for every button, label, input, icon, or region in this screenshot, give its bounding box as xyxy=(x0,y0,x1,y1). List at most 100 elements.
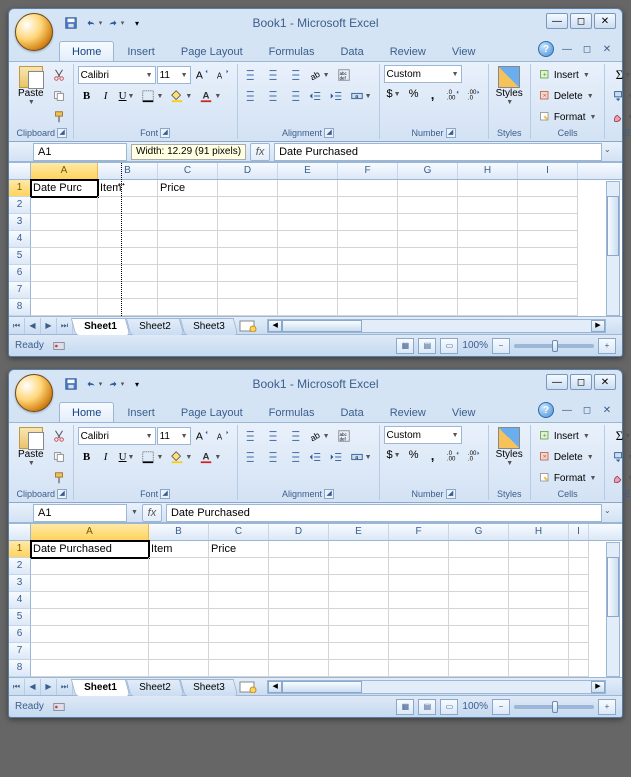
comma-button[interactable]: , xyxy=(424,445,442,465)
cell-E7[interactable] xyxy=(278,282,338,299)
row-header-6[interactable]: 6 xyxy=(9,265,31,282)
qat-save-button[interactable] xyxy=(61,375,81,393)
copy-button[interactable] xyxy=(49,86,69,106)
font-launcher[interactable]: ◢ xyxy=(160,489,170,499)
align-bottom-button[interactable] xyxy=(284,65,304,85)
cell-G7[interactable] xyxy=(449,643,509,660)
italic-button[interactable]: I xyxy=(97,447,115,467)
cell-F3[interactable] xyxy=(389,575,449,592)
fill-button[interactable]: ▼ xyxy=(609,447,631,467)
cell-H7[interactable] xyxy=(458,282,518,299)
column-header-D[interactable]: D xyxy=(269,524,329,540)
cell-E4[interactable] xyxy=(329,592,389,609)
sheet-tab-Sheet1[interactable]: Sheet1 xyxy=(71,679,130,696)
expand-formula-bar[interactable]: ⌄ xyxy=(604,506,618,520)
mdi-close[interactable]: ✕ xyxy=(600,43,614,55)
column-header-F[interactable]: F xyxy=(389,524,449,540)
macro-record-button[interactable] xyxy=(52,700,66,714)
row-header-1[interactable]: 1 xyxy=(9,180,31,197)
border-button[interactable]: ▼ xyxy=(138,447,166,467)
alignment-launcher[interactable]: ◢ xyxy=(324,128,334,138)
hscroll-right[interactable]: ▶ xyxy=(591,681,605,693)
cell-D8[interactable] xyxy=(218,299,278,316)
cell-B1[interactable]: Item xyxy=(149,541,209,558)
cell-I6[interactable] xyxy=(518,265,578,282)
sheet-tab-Sheet1[interactable]: Sheet1 xyxy=(71,318,130,335)
cell-C4[interactable] xyxy=(209,592,269,609)
cell-G6[interactable] xyxy=(449,626,509,643)
cell-I2[interactable] xyxy=(569,558,589,575)
underline-button[interactable]: U▼ xyxy=(116,447,138,467)
horizontal-scrollbar[interactable]: ◀ ▶ xyxy=(267,680,606,694)
cell-F1[interactable] xyxy=(338,180,398,197)
cell-I5[interactable] xyxy=(569,609,589,626)
align-top-button[interactable] xyxy=(242,65,262,85)
sheet-nav-first[interactable]: ⏮ xyxy=(9,318,25,334)
wrap-text-button[interactable]: abcdef xyxy=(334,65,354,85)
cell-H5[interactable] xyxy=(458,248,518,265)
cell-E6[interactable] xyxy=(329,626,389,643)
cell-F5[interactable] xyxy=(389,609,449,626)
row-header-8[interactable]: 8 xyxy=(9,660,31,677)
insert-function-button[interactable]: fx xyxy=(142,504,162,522)
clear-button[interactable]: ▼ xyxy=(609,107,631,127)
clear-button[interactable]: ▼ xyxy=(609,468,631,488)
cell-I2[interactable] xyxy=(518,197,578,214)
column-header-G[interactable]: G xyxy=(449,524,509,540)
cell-F7[interactable] xyxy=(338,282,398,299)
cell-D4[interactable] xyxy=(269,592,329,609)
title-bar[interactable]: ▾ ▾ ▾ Book1 - Microsoft Excel — ◻ ✕ xyxy=(9,370,622,398)
align-middle-button[interactable] xyxy=(263,65,283,85)
help-button[interactable]: ? xyxy=(538,402,554,418)
number-launcher[interactable]: ◢ xyxy=(446,128,456,138)
row-header-3[interactable]: 3 xyxy=(9,214,31,231)
mdi-restore[interactable]: ◻ xyxy=(580,43,594,55)
cell-A5[interactable] xyxy=(31,248,98,265)
sheet-tab-Sheet2[interactable]: Sheet2 xyxy=(126,318,184,335)
cell-D2[interactable] xyxy=(269,558,329,575)
maximize-button[interactable]: ◻ xyxy=(570,13,592,29)
name-box[interactable]: A1 xyxy=(33,504,127,522)
cell-C3[interactable] xyxy=(209,575,269,592)
cell-F3[interactable] xyxy=(338,214,398,231)
cell-F6[interactable] xyxy=(389,626,449,643)
qat-customize-button[interactable]: ▾ xyxy=(127,14,147,32)
cell-E3[interactable] xyxy=(278,214,338,231)
align-bottom-button[interactable] xyxy=(284,426,304,446)
column-header-H[interactable]: H xyxy=(458,163,518,179)
cell-G5[interactable] xyxy=(449,609,509,626)
cell-B8[interactable] xyxy=(98,299,158,316)
cell-I8[interactable] xyxy=(518,299,578,316)
format-painter-button[interactable] xyxy=(49,468,69,488)
qat-save-button[interactable] xyxy=(61,14,81,32)
insert-cells-button[interactable]: +Insert▼ xyxy=(535,426,601,446)
sheet-tab-Sheet3[interactable]: Sheet3 xyxy=(179,679,237,696)
cell-F2[interactable] xyxy=(389,558,449,575)
row-header-2[interactable]: 2 xyxy=(9,197,31,214)
cell-I7[interactable] xyxy=(569,643,589,660)
sheet-nav-prev[interactable]: ◀ xyxy=(25,318,41,334)
cell-B6[interactable] xyxy=(98,265,158,282)
cell-A6[interactable] xyxy=(31,265,98,282)
font-size-combo[interactable]: 11▼ xyxy=(157,427,191,445)
cell-C8[interactable] xyxy=(209,660,269,677)
cell-I4[interactable] xyxy=(518,231,578,248)
cell-H2[interactable] xyxy=(458,197,518,214)
align-top-button[interactable] xyxy=(242,426,262,446)
cell-G2[interactable] xyxy=(398,197,458,214)
cell-C5[interactable] xyxy=(158,248,218,265)
cell-E8[interactable] xyxy=(329,660,389,677)
paste-button[interactable]: Paste▼ xyxy=(15,426,47,468)
select-all-corner[interactable] xyxy=(9,524,31,540)
cell-D4[interactable] xyxy=(218,231,278,248)
cell-C7[interactable] xyxy=(209,643,269,660)
cell-I1[interactable] xyxy=(569,541,589,558)
cell-E7[interactable] xyxy=(329,643,389,660)
cell-A6[interactable] xyxy=(31,626,149,643)
cell-G4[interactable] xyxy=(398,231,458,248)
cell-E2[interactable] xyxy=(278,197,338,214)
font-name-combo[interactable]: Calibri▼ xyxy=(78,427,156,445)
ribbon-tab-page layout[interactable]: Page Layout xyxy=(168,41,256,61)
cell-C1[interactable]: Price xyxy=(158,180,218,197)
align-left-button[interactable] xyxy=(242,447,262,467)
